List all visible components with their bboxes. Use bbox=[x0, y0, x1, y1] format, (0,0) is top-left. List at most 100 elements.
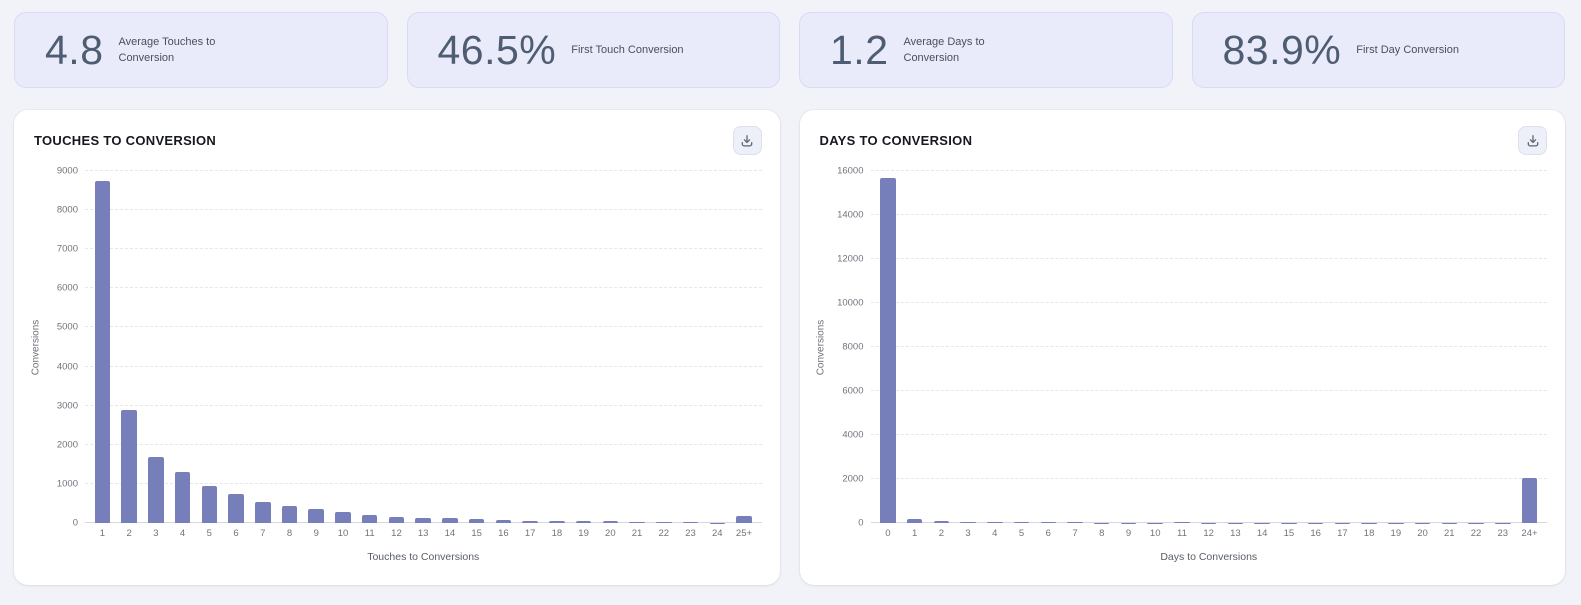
x-tick-label: 23 bbox=[677, 528, 704, 539]
x-tick-label: 12 bbox=[383, 528, 410, 539]
bar-slot bbox=[490, 171, 517, 523]
bar[interactable] bbox=[683, 522, 699, 523]
panel-header: TOUCHES TO CONVERSION bbox=[28, 126, 762, 155]
x-tick-label: 3 bbox=[142, 528, 169, 539]
y-tick-label: 12000 bbox=[837, 254, 863, 265]
x-tick-label: 0 bbox=[875, 528, 902, 539]
x-tick-label: 9 bbox=[1115, 528, 1142, 539]
y-tick-label: 16000 bbox=[837, 166, 863, 177]
x-tick-label: 7 bbox=[1062, 528, 1089, 539]
y-tick-label: 9000 bbox=[57, 166, 78, 177]
bar[interactable] bbox=[362, 515, 378, 523]
bar-slot bbox=[276, 171, 303, 523]
y-tick-label: 2000 bbox=[57, 439, 78, 450]
x-tick-label: 15 bbox=[1276, 528, 1303, 539]
bar-slot bbox=[223, 171, 250, 523]
bar-slot bbox=[650, 171, 677, 523]
bar[interactable] bbox=[175, 472, 191, 523]
bar[interactable] bbox=[121, 410, 137, 523]
bar[interactable] bbox=[1522, 478, 1538, 523]
bar[interactable] bbox=[960, 522, 976, 523]
chart-title-touches: TOUCHES TO CONVERSION bbox=[34, 133, 216, 148]
x-tick-label: 14 bbox=[437, 528, 464, 539]
bar[interactable] bbox=[603, 521, 619, 523]
bar[interactable] bbox=[1014, 522, 1030, 523]
y-tick-label: 1000 bbox=[57, 478, 78, 489]
download-icon bbox=[740, 134, 754, 148]
bar[interactable] bbox=[496, 520, 512, 523]
bar[interactable] bbox=[880, 178, 896, 523]
bar-slot bbox=[463, 171, 490, 523]
bar[interactable] bbox=[656, 522, 672, 523]
bar[interactable] bbox=[335, 512, 351, 523]
bar[interactable] bbox=[415, 518, 431, 523]
y-axis-title: Conversions bbox=[814, 171, 829, 523]
y-tick-label: 3000 bbox=[57, 400, 78, 411]
bar-slot bbox=[142, 171, 169, 523]
x-tick-label: 20 bbox=[597, 528, 624, 539]
bar[interactable] bbox=[228, 494, 244, 523]
bar[interactable] bbox=[469, 519, 485, 523]
bar-slot bbox=[1062, 171, 1089, 523]
y-axis: 0200040006000800010000120001400016000 bbox=[829, 171, 871, 523]
bar-slot bbox=[1516, 171, 1543, 523]
bar[interactable] bbox=[389, 517, 405, 523]
bar[interactable] bbox=[308, 509, 324, 523]
bar[interactable] bbox=[148, 457, 164, 523]
bar-slot bbox=[543, 171, 570, 523]
x-tick-label: 11 bbox=[356, 528, 383, 539]
x-tick-label: 3 bbox=[955, 528, 982, 539]
kpi-value: 1.2 bbox=[830, 30, 889, 71]
x-tick-label: 22 bbox=[650, 528, 677, 539]
x-tick-label: 4 bbox=[169, 528, 196, 539]
x-tick-label: 5 bbox=[1008, 528, 1035, 539]
bar-slot bbox=[1008, 171, 1035, 523]
bar[interactable] bbox=[736, 516, 752, 523]
bar[interactable] bbox=[95, 181, 111, 523]
download-button[interactable] bbox=[733, 126, 762, 155]
x-tick-label: 20 bbox=[1409, 528, 1436, 539]
bar-slot bbox=[1436, 171, 1463, 523]
bar[interactable] bbox=[576, 521, 592, 523]
kpi-card-first-touch: 46.5% First Touch Conversion bbox=[407, 12, 781, 88]
x-tick-label: 17 bbox=[1329, 528, 1356, 539]
bar-slot bbox=[249, 171, 276, 523]
bar[interactable] bbox=[442, 518, 458, 523]
x-tick-label: 17 bbox=[517, 528, 544, 539]
bar[interactable] bbox=[1174, 522, 1190, 523]
bar[interactable] bbox=[1041, 522, 1057, 523]
download-button[interactable] bbox=[1518, 126, 1547, 155]
bar-slot bbox=[330, 171, 357, 523]
bar-slot bbox=[1302, 171, 1329, 523]
bar-slot bbox=[410, 171, 437, 523]
bar[interactable] bbox=[987, 522, 1003, 523]
kpi-value: 46.5% bbox=[438, 30, 557, 71]
bar[interactable] bbox=[907, 519, 923, 523]
x-tick-label: 8 bbox=[276, 528, 303, 539]
x-tick-label: 21 bbox=[1436, 528, 1463, 539]
bar[interactable] bbox=[202, 486, 218, 523]
y-tick-label: 7000 bbox=[57, 244, 78, 255]
kpi-card-avg-days: 1.2 Average Days to Conversion bbox=[799, 12, 1173, 88]
bar[interactable] bbox=[255, 502, 271, 523]
kpi-label: Average Touches to Conversion bbox=[119, 34, 239, 67]
x-axis: 1234567891011121314151617181920212223242… bbox=[85, 528, 762, 539]
x-tick-label: 12 bbox=[1195, 528, 1222, 539]
x-tick-label: 6 bbox=[223, 528, 250, 539]
x-tick-label: 5 bbox=[196, 528, 223, 539]
bar[interactable] bbox=[522, 521, 538, 523]
bar-slot bbox=[1409, 171, 1436, 523]
x-tick-label: 13 bbox=[1222, 528, 1249, 539]
charts-row: TOUCHES TO CONVERSION Conversions 0 1000 20… bbox=[0, 88, 1581, 585]
bar-slot bbox=[1249, 171, 1276, 523]
bar[interactable] bbox=[629, 522, 645, 523]
y-axis-title: Conversions bbox=[28, 171, 43, 523]
bar[interactable] bbox=[1067, 522, 1083, 523]
x-tick-label: 21 bbox=[624, 528, 651, 539]
bar[interactable] bbox=[549, 521, 565, 523]
bar-slot bbox=[1356, 171, 1383, 523]
bar-slot bbox=[570, 171, 597, 523]
bar[interactable] bbox=[934, 521, 950, 523]
bar[interactable] bbox=[282, 506, 298, 523]
bar-slot bbox=[1382, 171, 1409, 523]
